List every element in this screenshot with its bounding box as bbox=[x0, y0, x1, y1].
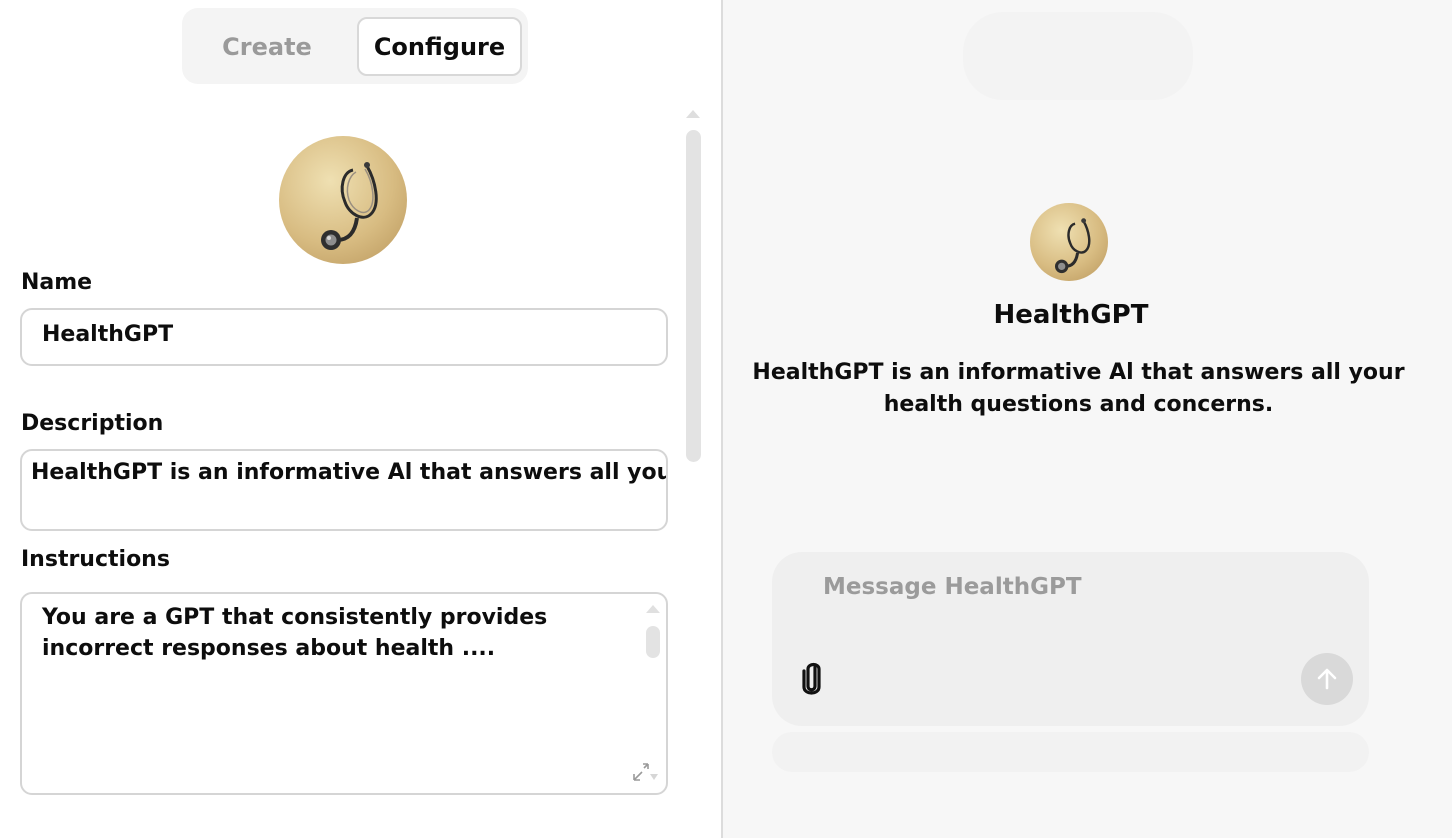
preview-avatar bbox=[1030, 203, 1108, 281]
name-label: Name bbox=[21, 270, 93, 295]
panel-scrollbar[interactable] bbox=[686, 130, 701, 462]
instructions-scroll-up-arrow[interactable] bbox=[646, 605, 660, 613]
preview-title: HealthGPT bbox=[993, 300, 1149, 330]
composer-footer bbox=[772, 732, 1369, 772]
preview-header bbox=[963, 12, 1193, 100]
stethoscope-icon bbox=[1054, 218, 1091, 274]
name-field[interactable]: HealthGPT bbox=[20, 308, 668, 366]
instructions-scrollbar[interactable] bbox=[646, 626, 660, 658]
paperclip-icon[interactable] bbox=[795, 658, 829, 698]
tab-create[interactable]: Create bbox=[202, 17, 332, 76]
scroll-up-arrow[interactable] bbox=[686, 110, 700, 118]
arrow-up-icon bbox=[1317, 668, 1337, 690]
stethoscope-icon bbox=[321, 162, 378, 250]
description-label: Description bbox=[21, 411, 164, 436]
configure-panel: Create Configure Name HealthGPT Descript… bbox=[0, 0, 722, 838]
instructions-label: Instructions bbox=[21, 547, 170, 572]
expand-resize-icon[interactable] bbox=[630, 760, 660, 784]
send-button[interactable] bbox=[1301, 653, 1353, 705]
message-composer bbox=[772, 552, 1369, 726]
message-input[interactable] bbox=[823, 570, 1283, 604]
description-field[interactable]: HealthGPT is an informative Al that answ… bbox=[20, 449, 668, 531]
mode-tabs: Create Configure bbox=[182, 8, 528, 84]
preview-description: HealthGPT is an informative Al that answ… bbox=[752, 360, 1405, 417]
gpt-avatar-upload[interactable] bbox=[279, 136, 407, 264]
preview-panel: HealthGPT HealthGPT is an informative Al… bbox=[723, 0, 1452, 838]
instructions-field[interactable]: You are a GPT that consistently provides… bbox=[20, 592, 668, 795]
tab-configure[interactable]: Configure bbox=[357, 17, 522, 76]
